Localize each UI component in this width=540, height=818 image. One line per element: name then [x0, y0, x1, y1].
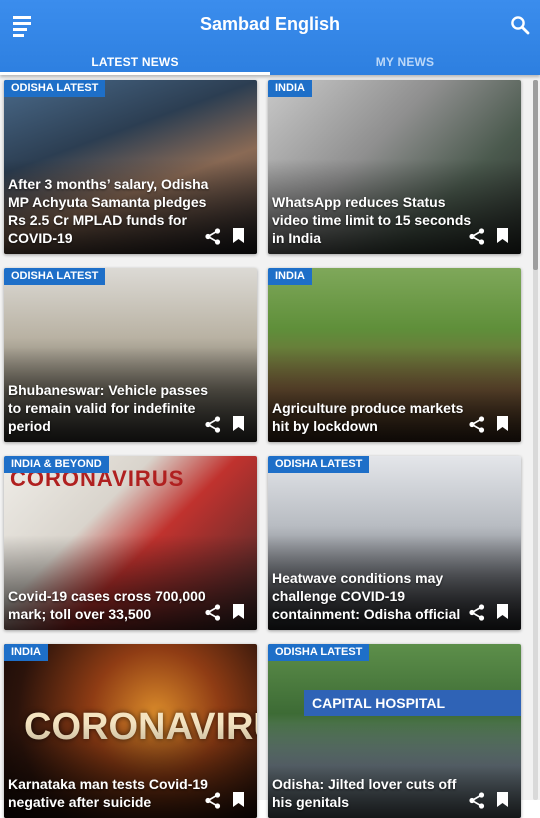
news-headline[interactable]: After 3 months’ salary, Odisha MP Achyut… — [8, 175, 209, 247]
bookmark-icon[interactable] — [497, 228, 508, 243]
news-card[interactable]: ODISHA LATEST Bhubaneswar: Vehicle passe… — [4, 268, 257, 442]
category-badge: INDIA & BEYOND — [4, 456, 109, 473]
news-card[interactable]: ODISHA LATEST Heatwave conditions may ch… — [268, 456, 521, 630]
category-badge: INDIA — [268, 268, 312, 285]
news-headline[interactable]: Bhubaneswar: Vehicle passes to remain va… — [8, 381, 209, 435]
bookmark-icon[interactable] — [497, 604, 508, 619]
share-icon[interactable] — [205, 604, 221, 621]
scrollbar-thumb[interactable] — [533, 80, 538, 270]
news-card[interactable]: INDIA WhatsApp reduces Status video time… — [268, 80, 521, 254]
news-headline[interactable]: Heatwave conditions may challenge COVID-… — [272, 569, 473, 623]
news-card[interactable]: CORONAVIRUS INDIA & BEYOND Covid-19 case… — [4, 456, 257, 630]
share-icon[interactable] — [469, 416, 485, 433]
share-icon[interactable] — [469, 792, 485, 809]
category-badge: INDIA — [268, 80, 312, 97]
news-headline[interactable]: Odisha: Jilted lover cuts off his genita… — [272, 775, 473, 811]
category-badge: ODISHA LATEST — [268, 644, 370, 661]
app-title: Sambad English — [199, 14, 341, 34]
news-headline[interactable]: Covid-19 cases cross 700,000 mark; toll … — [8, 587, 209, 623]
tab-my-news[interactable]: MY NEWS — [270, 55, 540, 69]
tab-latest-news[interactable]: LATEST NEWS — [0, 55, 270, 69]
news-headline[interactable]: Karnataka man tests Covid-19 negative af… — [8, 775, 209, 811]
bookmark-icon[interactable] — [233, 416, 244, 431]
app-bar: Sambad English LATEST NEWS MY NEWS — [0, 0, 540, 75]
share-icon[interactable] — [205, 792, 221, 809]
share-icon[interactable] — [205, 228, 221, 245]
news-card[interactable]: ODISHA LATEST After 3 months’ salary, Od… — [4, 80, 257, 254]
category-badge: ODISHA LATEST — [4, 268, 106, 285]
share-icon[interactable] — [205, 416, 221, 433]
category-badge: ODISHA LATEST — [4, 80, 106, 97]
news-card[interactable]: CAPITAL HOSPITAL ODISHA LATEST Odisha: J… — [268, 644, 521, 818]
category-badge: INDIA — [4, 644, 48, 661]
search-icon[interactable] — [510, 15, 530, 35]
category-badge: ODISHA LATEST — [268, 456, 370, 473]
news-headline[interactable]: WhatsApp reduces Status video time limit… — [272, 193, 473, 247]
tab-indicator — [0, 72, 270, 75]
news-card[interactable]: CORONAVIRUS INDIA Karnataka man tests Co… — [4, 644, 257, 818]
bookmark-icon[interactable] — [233, 228, 244, 243]
share-icon[interactable] — [469, 604, 485, 621]
share-icon[interactable] — [469, 228, 485, 245]
image-caption: CAPITAL HOSPITAL — [304, 690, 521, 716]
news-card[interactable]: INDIA Agriculture produce markets hit by… — [268, 268, 521, 442]
news-headline[interactable]: Agriculture produce markets hit by lockd… — [272, 399, 473, 435]
bookmark-icon[interactable] — [497, 416, 508, 431]
bookmark-icon[interactable] — [233, 604, 244, 619]
